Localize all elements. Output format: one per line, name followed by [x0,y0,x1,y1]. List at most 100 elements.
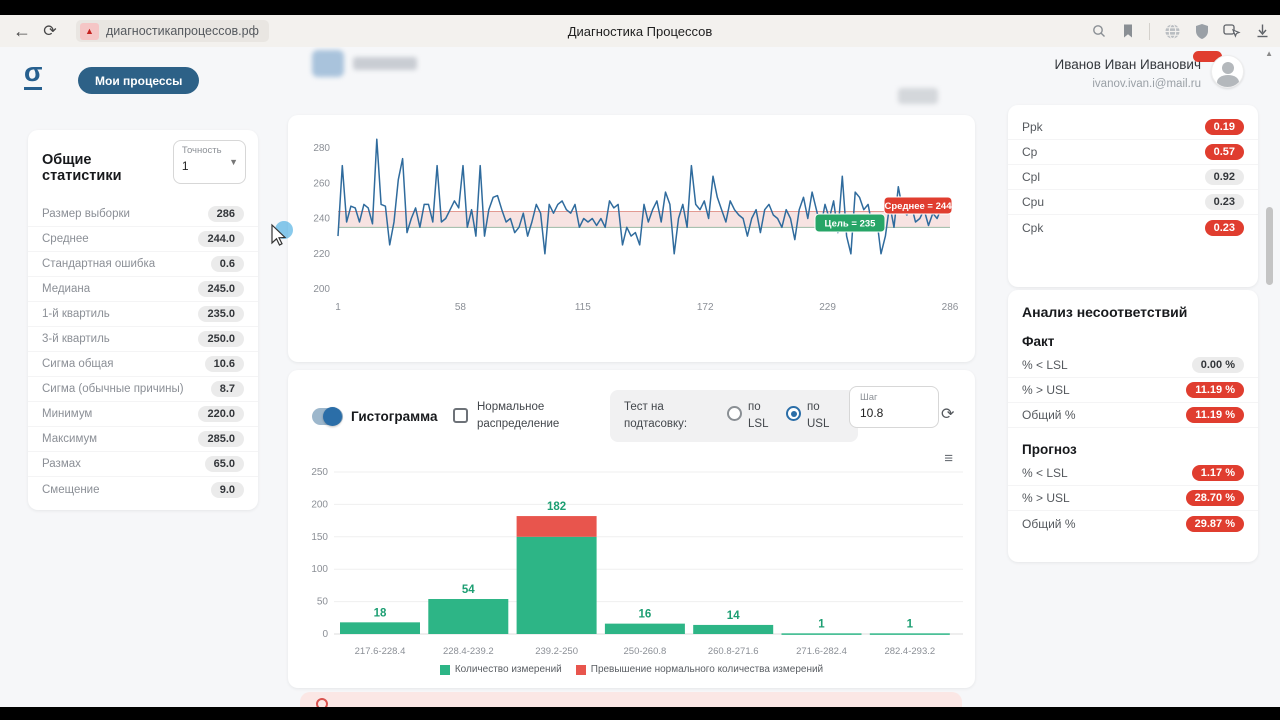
precision-select[interactable]: Точность 1 ▼ [172,140,246,184]
user-block[interactable]: Иванов Иван Иванович ivanov.ivan.i@mail.… [1055,55,1244,90]
avatar[interactable] [1211,55,1244,88]
svg-text:271.6-282.4: 271.6-282.4 [796,646,847,657]
capability-row: Ppk 0.19 [1008,115,1258,140]
svg-text:229: 229 [819,302,836,313]
scrollbar-thumb[interactable] [1266,207,1273,285]
svg-text:16: 16 [639,609,652,621]
svg-text:286: 286 [942,302,959,313]
svg-text:250-260.8: 250-260.8 [624,646,667,657]
analysis-row: Общий % 11.19 % [1008,403,1258,428]
app-page: σ Мои процессы Иванов Иван Иванович ivan… [0,47,1280,707]
fudge-test-group: Тест на подтасовку: по LSL по USL [610,390,858,442]
stat-label: Среднее [42,233,89,245]
stat-value-pill: 9.0 [210,481,244,498]
radio-icon[interactable] [786,406,801,421]
svg-text:14: 14 [727,610,740,622]
download-icon[interactable] [1255,23,1270,39]
stat-value-pill: 8.7 [210,381,244,397]
capability-row: Cpu 0.23 [1008,190,1258,215]
blurred-chip [898,88,938,104]
legend-label: Превышение нормального количества измере… [590,664,824,675]
stat-row: Медиана 245.0 [28,277,258,302]
stat-value-pill: 235.0 [198,306,244,322]
reload-icon[interactable]: ⟳ [36,17,64,45]
back-icon[interactable]: ← [8,17,36,45]
stat-row: Размер выборки 286 [28,202,258,227]
stat-label: Стандартная ошибка [42,258,156,270]
analysis-label: Общий % [1022,408,1076,422]
page-scrollbar[interactable]: ▲ [1265,47,1273,707]
capability-row: Cp 0.57 [1008,140,1258,165]
address-bar[interactable]: ▲ диагностикапроцессов.рф [76,20,269,42]
stat-row: Сигма общая 10.6 [28,352,258,377]
normal-distribution-checkbox[interactable] [453,408,468,423]
site-warning-icon[interactable]: ▲ [80,22,99,40]
globe-icon[interactable] [1164,23,1181,40]
svg-text:250: 250 [311,467,328,478]
stat-label: Медиана [42,283,91,295]
precision-label: Точность [181,145,222,156]
step-input[interactable]: Шаг 10.8 [849,386,939,428]
histogram-toggle[interactable] [312,407,343,426]
svg-text:58: 58 [455,302,467,313]
stat-label: Минимум [42,408,93,420]
analysis-value-pill: 28.70 % [1185,490,1244,506]
svg-text:1: 1 [818,618,825,630]
general-statistics-panel: Общие статистики Точность 1 ▼ Размер выб… [28,130,258,510]
legend-label: Количество измерений [454,664,562,675]
analysis-label: Общий % [1022,516,1076,531]
refresh-icon[interactable]: ⟳ [941,404,954,424]
bookmark-icon[interactable] [1121,23,1135,39]
screen: ← ⟳ ▲ диагностикапроцессов.рф Диагностик… [0,0,1280,720]
svg-text:1: 1 [335,302,341,313]
user-email: ivanov.ivan.i@mail.ru [1092,78,1201,90]
radio-option-lsl[interactable]: по LSL [727,399,768,434]
capability-value-pill: 0.92 [1204,169,1244,185]
analysis-value-pill: 1.17 % [1191,465,1244,481]
histogram-controls: Гистограмма Нормальное распределение Тес… [288,386,975,442]
svg-text:240: 240 [313,214,330,225]
svg-text:260: 260 [313,178,330,189]
stat-label: Размах [42,458,81,470]
svg-text:115: 115 [575,302,591,313]
stat-value-pill: 0.6 [210,256,244,272]
radio-label: по LSL [748,401,769,431]
my-processes-button[interactable]: Мои процессы [78,67,200,94]
radio-option-usl[interactable]: по USL [786,399,829,434]
sigma-logo[interactable]: σ [24,59,43,90]
shield-icon[interactable] [1195,23,1209,40]
stat-value-pill: 244.0 [198,231,244,247]
svg-text:217.6-228.4: 217.6-228.4 [355,646,406,657]
stat-label: Максимум [42,433,98,445]
capability-value-pill: 0.23 [1204,219,1244,236]
svg-text:1: 1 [907,618,914,630]
svg-text:Цель = 235: Цель = 235 [825,219,877,230]
analysis-value-pill: 0.00 % [1191,357,1244,373]
stat-row: Смещение 9.0 [28,477,258,502]
histogram-toggle-label: Гистограмма [351,409,438,424]
blurred-process-icon [312,50,344,77]
url-text[interactable]: диагностикапроцессов.рф [106,24,259,38]
stat-row: 1-й квартиль 235.0 [28,302,258,327]
pointer-share-icon[interactable] [1223,23,1241,39]
toolbar-divider [1149,22,1150,40]
analysis-label: % < LSL [1022,358,1068,372]
scrollbar-up-arrow[interactable]: ▲ [1265,49,1273,58]
stat-row: Сигма (обычные причины) 8.7 [28,377,258,402]
svg-text:0: 0 [322,629,328,640]
svg-text:260.8-271.6: 260.8-271.6 [708,646,759,657]
svg-text:18: 18 [374,607,387,619]
histogram-chart: 0 50 100 150 200 250 18 217.6-228.4 54 228.4-239.… [311,467,963,657]
svg-text:54: 54 [462,584,475,596]
legend-swatch [439,664,450,675]
analysis-section-title: Прогноз [1022,442,1077,457]
analysis-row: % > USL 11.19 % [1008,378,1258,403]
radio-label: по USL [807,401,830,431]
analysis-label: % > USL [1022,383,1070,397]
radio-icon[interactable] [727,406,742,421]
search-icon[interactable] [1091,23,1107,39]
analysis-value-pill: 11.19 % [1186,382,1244,398]
legend-item: Количество измерений [439,664,562,675]
stat-value-pill: 286 [207,206,244,222]
svg-text:Среднее = 244: Среднее = 244 [885,201,953,212]
